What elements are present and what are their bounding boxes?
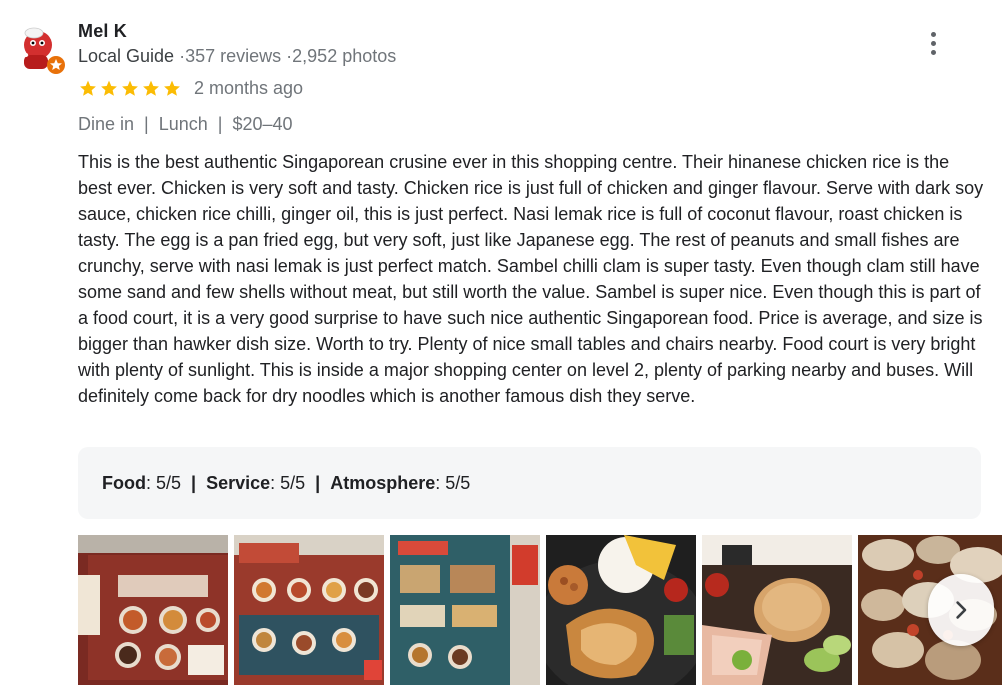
more-vert-icon[interactable] bbox=[918, 28, 948, 58]
reviewer-name[interactable]: Mel K bbox=[78, 21, 127, 42]
star-icon bbox=[164, 80, 180, 96]
avatar[interactable] bbox=[16, 23, 66, 79]
rating-row: 2 months ago bbox=[78, 78, 303, 99]
review-text: This is the best authentic Singaporean c… bbox=[78, 152, 984, 406]
food-value: : 5/5 bbox=[145, 472, 182, 493]
reviewer-stats: Local Guide ·357 reviews ·2,952 photos bbox=[78, 46, 396, 67]
review-photo[interactable] bbox=[234, 535, 384, 685]
review-photo[interactable] bbox=[78, 535, 228, 685]
meta-meal-type: Lunch bbox=[158, 114, 208, 134]
atmosphere-value: : 5/5 bbox=[435, 472, 471, 493]
review-photo[interactable] bbox=[702, 535, 852, 685]
separator: | bbox=[191, 472, 197, 493]
next-photos-button[interactable] bbox=[928, 574, 994, 646]
separator: | bbox=[217, 114, 223, 134]
review-photo[interactable] bbox=[390, 535, 540, 685]
star-icon bbox=[80, 80, 96, 96]
photos-count: 2,952 photos bbox=[292, 46, 397, 66]
review-attributes: Food: 5/5 | Service: 5/5 | Atmosphere: 5… bbox=[78, 447, 981, 519]
reviews-count: 357 reviews bbox=[185, 46, 282, 66]
service-value: : 5/5 bbox=[270, 472, 306, 493]
food-label: Food bbox=[102, 472, 146, 493]
meta-price: $20–40 bbox=[232, 114, 293, 134]
review-time: 2 months ago bbox=[194, 78, 304, 98]
star-icon bbox=[101, 80, 117, 96]
separator: | bbox=[144, 114, 149, 134]
review-photo[interactable] bbox=[546, 535, 696, 685]
review-meta: Dine in | Lunch | $20–40 bbox=[78, 114, 293, 135]
separator: | bbox=[315, 472, 321, 493]
star-icon bbox=[143, 80, 159, 96]
service-label: Service bbox=[206, 472, 271, 493]
star-rating bbox=[78, 79, 182, 98]
local-guide-badge: Local Guide bbox=[78, 46, 175, 66]
photo-strip bbox=[78, 535, 1002, 685]
meta-service-type: Dine in bbox=[78, 114, 135, 134]
star-icon bbox=[122, 80, 138, 96]
chevron-right-icon bbox=[956, 601, 967, 619]
atmosphere-label: Atmosphere bbox=[330, 472, 436, 493]
